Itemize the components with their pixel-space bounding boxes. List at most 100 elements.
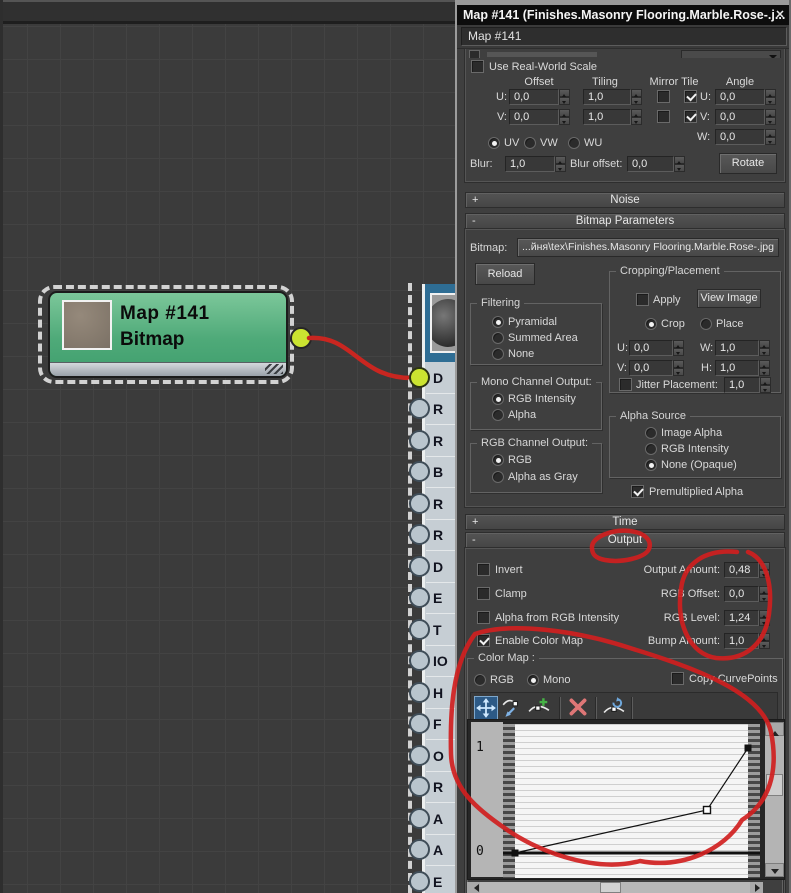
- crop-u-spinner[interactable]: [673, 340, 684, 356]
- u-tiling-field[interactable]: 1,0: [583, 89, 631, 105]
- alpha-from-rgb-checkbox[interactable]: [477, 611, 490, 624]
- mono-rgb-intensity-radio[interactable]: [492, 393, 504, 405]
- material-input-socket[interactable]: [409, 713, 430, 734]
- material-input-socket[interactable]: [409, 744, 430, 766]
- rgb-level-spinner[interactable]: [759, 610, 770, 626]
- crop-w-field[interactable]: 1,0: [715, 340, 759, 356]
- material-input-socket[interactable]: [409, 524, 430, 545]
- crop-v-spinner[interactable]: [673, 360, 684, 376]
- w-angle-field[interactable]: 0,0: [715, 129, 765, 145]
- node-editor-canvas[interactable]: Map #141 Bitmap D R R B R R D E T IO H F O R A A E: [0, 0, 455, 893]
- curve-plot[interactable]: [503, 724, 760, 878]
- rollout-bitmap-parameters[interactable]: - Bitmap Parameters: [465, 213, 785, 229]
- map-name-field[interactable]: Map #141: [461, 27, 787, 46]
- material-input-socket[interactable]: [409, 587, 430, 608]
- curve-horizontal-scrollbar[interactable]: [467, 882, 763, 893]
- reload-button[interactable]: Reload: [475, 263, 535, 285]
- output-amount-field[interactable]: 0,48: [724, 562, 759, 578]
- rollout-output[interactable]: - Output: [465, 532, 785, 548]
- rgb-alpha-gray-radio[interactable]: [492, 471, 504, 483]
- u-offset-field[interactable]: 0,0: [509, 89, 559, 105]
- v-tiling-spinner[interactable]: [631, 109, 642, 125]
- jitter-checkbox[interactable]: [619, 378, 632, 391]
- curve-vertical-scrollbar[interactable]: [765, 722, 784, 877]
- material-input-socket[interactable]: [409, 776, 430, 797]
- filtering-summed-radio[interactable]: [492, 332, 504, 344]
- use-real-world-checkbox[interactable]: [471, 60, 484, 73]
- bitmap-path-button[interactable]: ...йня\tex\Finishes.Masonry Flooring.Mar…: [517, 238, 779, 257]
- bump-amount-spinner[interactable]: [759, 633, 770, 649]
- material-input-socket[interactable]: [409, 429, 430, 451]
- crop-radio[interactable]: [645, 318, 657, 330]
- invert-checkbox[interactable]: [477, 563, 490, 576]
- jitter-spinner[interactable]: [760, 377, 771, 393]
- crop-u-field[interactable]: 0,0: [629, 340, 673, 356]
- rgb-level-field[interactable]: 1,24: [724, 610, 759, 626]
- place-radio[interactable]: [700, 318, 712, 330]
- blur-spinner[interactable]: [555, 156, 566, 172]
- rollout-time[interactable]: + Time: [465, 514, 785, 530]
- jitter-field[interactable]: 1,0: [724, 377, 760, 393]
- v-angle-field[interactable]: 0,0: [715, 109, 765, 125]
- bump-amount-field[interactable]: 1,0: [724, 633, 759, 649]
- scroll-right-button[interactable]: [750, 882, 763, 893]
- rollout-noise[interactable]: + Noise: [465, 192, 785, 208]
- material-input-socket[interactable]: [409, 807, 430, 829]
- v-offset-field[interactable]: 0,0: [509, 109, 559, 125]
- none-opaque-radio[interactable]: [645, 459, 657, 471]
- v-offset-spinner[interactable]: [559, 109, 570, 125]
- scale-point-icon[interactable]: [501, 696, 525, 720]
- uv-radio[interactable]: [488, 137, 500, 149]
- material-input-socket[interactable]: [409, 650, 430, 671]
- mono-alpha-radio[interactable]: [492, 409, 504, 421]
- u-tiling-spinner[interactable]: [631, 89, 642, 105]
- material-input-socket[interactable]: [409, 870, 430, 892]
- u-mirror-checkbox[interactable]: [657, 90, 670, 103]
- delete-point-icon[interactable]: [567, 696, 591, 720]
- material-input-socket[interactable]: [409, 398, 430, 419]
- rotate-button[interactable]: Rotate: [719, 153, 777, 174]
- vertical-scroll-thumb[interactable]: [766, 774, 783, 796]
- copy-curvepoints-checkbox[interactable]: [671, 672, 684, 685]
- apply-checkbox[interactable]: [636, 293, 649, 306]
- enable-color-map-checkbox[interactable]: [477, 634, 490, 647]
- rgb-offset-field[interactable]: 0,0: [724, 586, 759, 602]
- material-input-socket[interactable]: [409, 555, 430, 577]
- wu-radio[interactable]: [568, 137, 580, 149]
- u-offset-spinner[interactable]: [559, 89, 570, 105]
- crop-h-spinner[interactable]: [759, 360, 770, 376]
- v-angle-spinner[interactable]: [765, 109, 776, 125]
- add-point-icon[interactable]: [528, 696, 552, 720]
- crop-v-field[interactable]: 0,0: [629, 360, 673, 376]
- horizontal-scroll-thumb[interactable]: [600, 882, 621, 893]
- scroll-up-button[interactable]: [765, 722, 784, 736]
- material-input-socket[interactable]: [409, 681, 430, 703]
- material-input-socket[interactable]: [409, 492, 430, 514]
- material-input-socket[interactable]: [409, 839, 430, 860]
- colormap-rgb-radio[interactable]: [474, 674, 486, 686]
- move-point-icon[interactable]: [474, 696, 498, 720]
- scroll-left-button[interactable]: [467, 882, 480, 893]
- material-input-socket[interactable]: [409, 461, 430, 482]
- material-preview-thumbnail[interactable]: [430, 293, 455, 353]
- u-tile-checkbox[interactable]: [684, 90, 697, 103]
- clamp-checkbox[interactable]: [477, 587, 490, 600]
- crop-w-spinner[interactable]: [759, 340, 770, 356]
- reset-curve-icon[interactable]: [603, 696, 627, 720]
- material-input-socket-connected[interactable]: [409, 366, 430, 388]
- rgb-offset-spinner[interactable]: [759, 586, 770, 602]
- vw-radio[interactable]: [524, 137, 536, 149]
- blur-offset-spinner[interactable]: [674, 156, 685, 172]
- crop-h-field[interactable]: 1,0: [715, 360, 759, 376]
- output-amount-spinner[interactable]: [759, 562, 770, 578]
- v-tiling-field[interactable]: 1,0: [583, 109, 631, 125]
- alpha-rgb-intensity-radio[interactable]: [645, 443, 657, 455]
- close-icon[interactable]: ✕: [773, 5, 787, 25]
- material-input-socket[interactable]: [409, 618, 430, 640]
- window-title[interactable]: Map #141 (Finishes.Masonry Flooring.Marb…: [457, 5, 789, 25]
- u-angle-field[interactable]: 0,0: [715, 89, 765, 105]
- blur-offset-field[interactable]: 0,0: [627, 156, 674, 172]
- curve-editor[interactable]: 1 0: [467, 719, 785, 880]
- filtering-pyramidal-radio[interactable]: [492, 316, 504, 328]
- scroll-down-button[interactable]: [765, 863, 784, 877]
